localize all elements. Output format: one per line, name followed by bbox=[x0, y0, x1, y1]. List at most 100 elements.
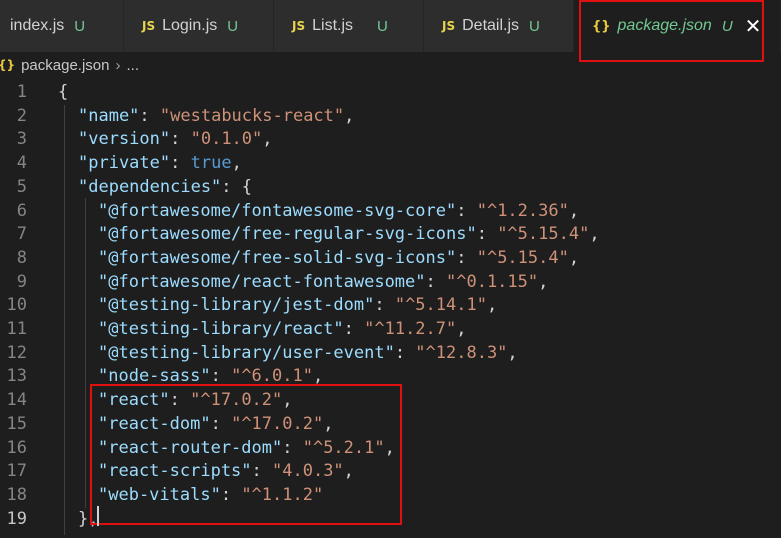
line-number: 3 bbox=[16, 129, 27, 150]
line-number: 5 bbox=[16, 176, 27, 197]
code-text: "private": true, bbox=[78, 151, 242, 175]
untracked-badge: U bbox=[74, 17, 86, 35]
code-text: "dependencies": { bbox=[78, 175, 252, 199]
code-text: "name": "westabucks-react", bbox=[78, 104, 354, 128]
code-line[interactable]: 5 "dependencies": { bbox=[0, 175, 781, 199]
code-token: "@testing-library/react" bbox=[98, 319, 344, 339]
code-text: "@fortawesome/react-fontawesome": "^0.1.… bbox=[98, 270, 548, 294]
code-token: "^12.8.3" bbox=[415, 342, 508, 363]
code-text: { bbox=[58, 80, 68, 104]
code-token: "^5.14.1" bbox=[394, 295, 487, 316]
code-text: "version": "0.1.0", bbox=[78, 127, 273, 151]
line-number: 13 bbox=[6, 366, 27, 387]
code-token: , bbox=[507, 342, 518, 363]
code-line[interactable]: 2 "name": "westabucks-react", bbox=[0, 104, 781, 128]
js-file-icon: JS bbox=[442, 19, 456, 33]
tab-label: index.js bbox=[10, 17, 65, 34]
code-text: "@fortawesome/free-solid-svg-icons": "^5… bbox=[98, 246, 579, 270]
code-token: , bbox=[344, 105, 355, 126]
line-number: 11 bbox=[6, 319, 27, 339]
tab-list-js[interactable]: JS List.js U bbox=[274, 0, 424, 52]
code-token: : bbox=[476, 224, 498, 245]
line-number: 9 bbox=[16, 271, 27, 292]
code-token: , bbox=[568, 200, 580, 221]
code-token: , bbox=[538, 271, 549, 292]
code-token: : bbox=[394, 342, 416, 363]
js-file-icon: JS bbox=[142, 19, 156, 33]
code-line[interactable]: 9 "@fortawesome/react-fontawesome": "^0.1… bbox=[0, 270, 781, 294]
code-line[interactable]: 4 "private": true, bbox=[0, 151, 781, 175]
tab-index-js[interactable]: JS index.js U bbox=[0, 0, 124, 52]
tab-label: Login.js bbox=[162, 17, 218, 34]
line-number: 6 bbox=[16, 200, 27, 221]
code-token: "0.1.0" bbox=[190, 129, 263, 150]
line-number: 16 bbox=[6, 437, 27, 458]
line-number: 8 bbox=[16, 247, 27, 268]
code-highlight-box bbox=[90, 384, 402, 525]
line-number: 15 bbox=[6, 413, 27, 434]
code-token: , bbox=[456, 319, 467, 339]
code-token: : bbox=[343, 319, 365, 339]
code-token: "name" bbox=[78, 105, 140, 126]
line-number: 7 bbox=[16, 224, 27, 245]
code-line[interactable]: 11 "@testing-library/react": "^11.2.7", bbox=[0, 317, 781, 341]
code-token: "version" bbox=[78, 129, 171, 150]
code-token: "^1.2.36" bbox=[476, 200, 569, 221]
code-token: "@fortawesome/react-fontawesome" bbox=[98, 271, 426, 292]
code-token: "dependencies" bbox=[78, 176, 222, 197]
chevron-right-icon: › bbox=[115, 56, 121, 74]
line-number: 4 bbox=[16, 153, 27, 174]
breadcrumb-file[interactable]: package.json bbox=[21, 57, 109, 74]
code-line[interactable]: 8 "@fortawesome/free-solid-svg-icons": "^… bbox=[0, 246, 781, 270]
code-line[interactable]: 6 "@fortawesome/fontawesome-svg-core": "^… bbox=[0, 199, 781, 223]
untracked-badge: U bbox=[227, 17, 239, 35]
json-file-icon: {} bbox=[0, 58, 16, 72]
code-token: { bbox=[58, 82, 69, 102]
code-line[interactable]: 12 "@testing-library/user-event": "^12.8.… bbox=[0, 341, 781, 365]
code-token: , bbox=[589, 224, 600, 245]
line-number: 12 bbox=[6, 342, 27, 363]
code-token: : bbox=[139, 105, 160, 126]
tab-highlight-box bbox=[579, 0, 764, 62]
js-file-icon: JS bbox=[292, 19, 306, 33]
untracked-badge: U bbox=[377, 17, 388, 35]
code-token: true bbox=[190, 153, 232, 174]
code-text: "@testing-library/jest-dom": "^5.14.1", bbox=[98, 293, 497, 317]
code-token: : bbox=[170, 129, 191, 150]
code-token: "@fortawesome/free-regular-svg-icons" bbox=[98, 224, 477, 245]
code-token: "^11.2.7" bbox=[364, 319, 457, 339]
untracked-badge: U bbox=[529, 17, 540, 35]
tab-login-js[interactable]: JS Login.js U bbox=[124, 0, 274, 52]
code-line[interactable]: 7 "@fortawesome/free-regular-svg-icons": … bbox=[0, 222, 781, 246]
code-token: : bbox=[456, 247, 477, 268]
code-token: : bbox=[374, 295, 395, 316]
code-text: "@testing-library/react": "^11.2.7", bbox=[98, 317, 467, 341]
line-number: 10 bbox=[6, 295, 27, 316]
code-text: "@fortawesome/free-regular-svg-icons": "… bbox=[98, 222, 600, 246]
code-text: "@testing-library/user-event": "^12.8.3"… bbox=[98, 341, 518, 365]
code-line[interactable]: 1{ bbox=[0, 80, 781, 104]
code-token: , bbox=[568, 247, 580, 268]
code-token: , bbox=[486, 295, 498, 316]
text-cursor bbox=[97, 506, 99, 526]
indent-guide bbox=[85, 198, 86, 508]
line-number: 19 bbox=[6, 508, 27, 529]
code-token: , bbox=[231, 153, 242, 174]
line-number: 2 bbox=[16, 105, 27, 126]
code-token: "@fortawesome/free-solid-svg-icons" bbox=[98, 247, 457, 268]
code-token: "private" bbox=[78, 153, 171, 174]
code-token: : { bbox=[221, 176, 253, 197]
code-token: : bbox=[425, 271, 446, 292]
code-token: "^0.1.15" bbox=[446, 271, 539, 292]
line-number: 14 bbox=[6, 390, 27, 411]
tab-label: List.js bbox=[312, 17, 354, 34]
code-token: "@testing-library/jest-dom" bbox=[98, 295, 375, 316]
code-token: , bbox=[262, 129, 273, 150]
breadcrumb-symbols[interactable]: ... bbox=[127, 57, 140, 74]
line-number: 18 bbox=[6, 484, 27, 505]
tab-detail-js[interactable]: JS Detail.js U bbox=[424, 0, 574, 52]
indent-guide bbox=[64, 105, 65, 535]
code-text: "@fortawesome/fontawesome-svg-core": "^1… bbox=[98, 199, 579, 223]
code-line[interactable]: 10 "@testing-library/jest-dom": "^5.14.1"… bbox=[0, 293, 781, 317]
code-line[interactable]: 3 "version": "0.1.0", bbox=[0, 127, 781, 151]
